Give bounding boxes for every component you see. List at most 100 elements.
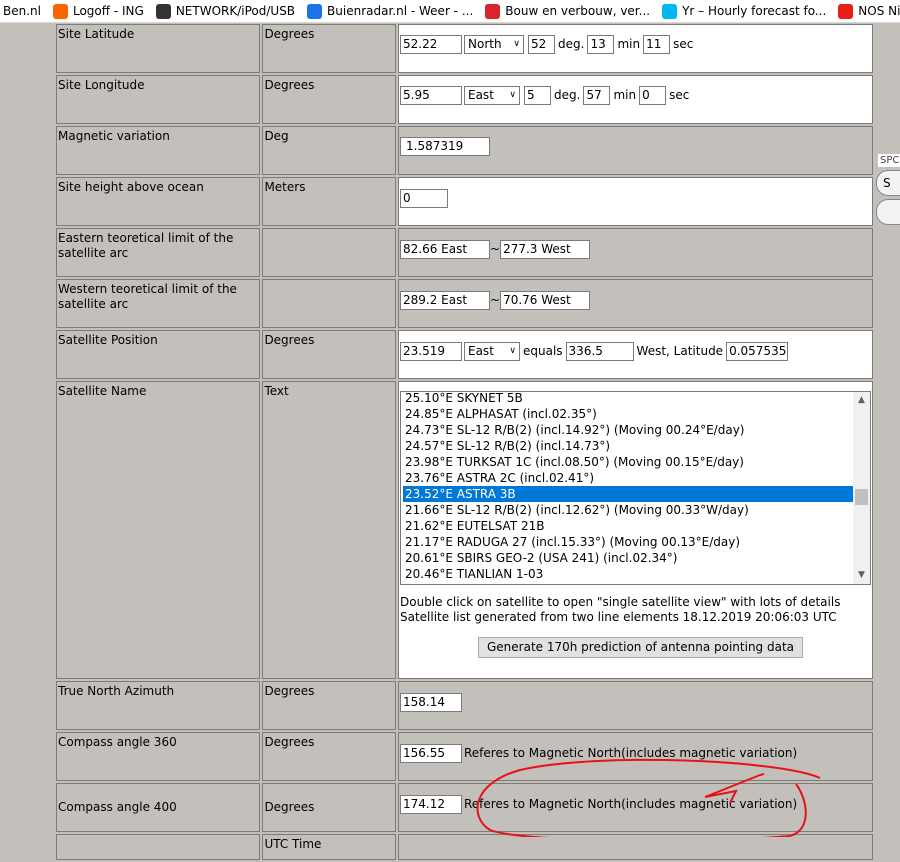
row-label: Satellite Position	[56, 330, 261, 379]
yr-icon	[662, 3, 678, 19]
magnetic-variation-input[interactable]: 1.587319	[400, 137, 490, 156]
equals-label: equals	[523, 344, 563, 358]
bookmark-item[interactable]: Yr – Hourly forecast fo...	[662, 3, 827, 19]
west-latitude-label: West, Latitude	[636, 344, 724, 358]
row-utc-time: UTC Time	[56, 834, 873, 860]
bookmark-item[interactable]: Logoff - ING	[52, 3, 144, 19]
row-site-height: Site height above ocean Meters 0	[56, 177, 873, 226]
row-unit: Text	[262, 381, 396, 679]
tilde-separator: ~	[490, 293, 501, 307]
eastern-limit-east-input[interactable]: 82.66 East	[400, 240, 490, 259]
scroll-thumb[interactable]	[855, 489, 868, 505]
compass-360-note: Referes to Magnetic North(includes magne…	[464, 746, 798, 760]
satellite-list-item[interactable]: 21.62°E EUTELSAT 21B	[403, 518, 855, 534]
min-label: min	[613, 88, 637, 102]
row-value: 82.66 East ~ 277.3 West	[398, 228, 873, 277]
western-limit-east-input[interactable]: 289.2 East	[400, 291, 490, 310]
row-magnetic-variation: Magnetic variation Deg 1.587319	[56, 126, 873, 175]
satellite-position-input[interactable]: 23.519	[400, 342, 462, 361]
select-value: East	[468, 88, 494, 102]
bookmark-item[interactable]: NOS Nieuws	[838, 3, 900, 19]
row-unit: Degrees	[262, 75, 396, 124]
latitude-input[interactable]: 52.22	[400, 35, 462, 54]
site-height-input[interactable]: 0	[400, 189, 448, 208]
row-label: Site Latitude	[56, 24, 261, 73]
select-value: North	[468, 37, 502, 51]
double-click-note: Double click on satellite to open "singl…	[400, 595, 841, 609]
latitude-min-input[interactable]: 13	[587, 35, 615, 54]
row-label: Satellite Name	[56, 381, 261, 679]
deg-label: deg.	[558, 37, 585, 51]
satellite-list-item[interactable]: 24.57°E SL-12 R/B(2) (incl.14.73°)	[403, 438, 855, 454]
bookmark-label: Yr – Hourly forecast fo...	[682, 4, 827, 18]
compass-400-input[interactable]: 174.12	[400, 795, 462, 814]
latitude-sec-input[interactable]: 11	[643, 35, 671, 54]
latitude-deg-input[interactable]: 52	[528, 35, 555, 54]
satellite-latitude-input[interactable]: 0.0575356	[726, 342, 789, 361]
tilde-separator: ~	[490, 242, 501, 256]
row-value: 174.12 Referes to Magnetic North(include…	[398, 783, 873, 832]
satellite-list-item[interactable]: 21.17°E RADUGA 27 (incl.15.33°) (Moving …	[403, 534, 855, 550]
buienradar-icon	[307, 3, 323, 19]
satellite-west-input[interactable]: 336.5	[565, 342, 634, 361]
compass-360-input[interactable]: 156.55	[400, 744, 462, 763]
bookmark-item[interactable]: NETWORK/iPod/USB	[155, 3, 296, 19]
row-label: Compass angle 400	[56, 783, 261, 832]
side-pill-button-2[interactable]	[876, 199, 900, 225]
satellite-list-item[interactable]: 20.46°E TIANLIAN 1-03	[403, 566, 855, 582]
min-label: min	[617, 37, 641, 51]
row-value: 25.10°E SKYNET 5B 24.85°E ALPHASAT (incl.…	[398, 381, 873, 679]
bookmark-label: Bouw en verbouw, ver...	[505, 4, 651, 18]
satellite-list-item[interactable]: 23.52°E ASTRA 3B	[403, 486, 855, 502]
eastern-limit-west-input[interactable]: 277.3 West	[500, 240, 591, 259]
bookmark-item[interactable]: Bouw en verbouw, ver...	[485, 3, 651, 19]
satellite-list-item[interactable]: 20.04°E ALPHASAT	[403, 582, 855, 584]
satellite-list-item[interactable]: 20.61°E SBIRS GEO-2 (USA 241) (incl.02.3…	[403, 550, 855, 566]
row-value: 158.14	[398, 681, 873, 730]
satellite-list-item[interactable]: 24.85°E ALPHASAT (incl.02.35°)	[403, 406, 855, 422]
nos-icon	[838, 3, 854, 19]
row-label: Eastern teoretical limit of the satellit…	[56, 228, 261, 277]
row-label	[56, 834, 261, 860]
longitude-deg-input[interactable]: 5	[524, 86, 551, 105]
satellite-list-item[interactable]: 25.10°E SKYNET 5B	[403, 392, 855, 406]
sec-label: sec	[673, 37, 694, 51]
longitude-min-input[interactable]: 57	[583, 86, 611, 105]
bookmark-item[interactable]: Buienradar.nl - Weer - ...	[307, 3, 473, 19]
satellite-list-item[interactable]: 23.98°E TURKSAT 1C (incl.08.50°) (Moving…	[403, 454, 855, 470]
longitude-sec-input[interactable]: 0	[639, 86, 667, 105]
azimuth-input[interactable]: 158.14	[400, 693, 462, 712]
satellite-list: 25.10°E SKYNET 5B 24.85°E ALPHASAT (incl.…	[403, 392, 855, 584]
bookmark-label: NETWORK/iPod/USB	[175, 4, 296, 18]
row-label: Compass angle 360	[56, 732, 261, 781]
row-site-longitude: Site Longitude Degrees 5.95 East ∨ 5 deg.…	[56, 75, 873, 124]
chevron-down-icon: ∨	[509, 90, 516, 100]
row-label: Western teoretical limit of the satellit…	[56, 279, 261, 328]
row-value: 23.519 East ∨ equals 336.5 West, Latitude…	[398, 330, 873, 379]
listbox-scrollbar[interactable]: ▲ ▼	[853, 392, 870, 584]
longitude-direction-select[interactable]: East ∨	[464, 86, 520, 105]
row-value: 0	[398, 177, 873, 226]
row-unit: Degrees	[262, 24, 396, 73]
generate-prediction-button[interactable]: Generate 170h prediction of antenna poin…	[478, 637, 804, 658]
satellite-list-item[interactable]: 21.66°E SL-12 R/B(2) (incl.12.62°) (Movi…	[403, 502, 855, 518]
side-pill-button[interactable]: S	[876, 170, 900, 196]
globe-icon	[155, 3, 171, 19]
satellite-direction-select[interactable]: East ∨	[464, 342, 520, 361]
satellite-listbox[interactable]: 25.10°E SKYNET 5B 24.85°E ALPHASAT (incl.…	[400, 391, 871, 585]
row-true-north-azimuth: True North Azimuth Degrees 158.14	[56, 681, 873, 730]
western-limit-west-input[interactable]: 70.76 West	[500, 291, 591, 310]
sec-label: sec	[669, 88, 690, 102]
latitude-direction-select[interactable]: North ∨	[464, 35, 524, 54]
row-western-limit: Western teoretical limit of the satellit…	[56, 279, 873, 328]
satellite-list-item[interactable]: 24.73°E SL-12 R/B(2) (incl.14.92°) (Movi…	[403, 422, 855, 438]
satellite-list-item[interactable]: 23.76°E ASTRA 2C (incl.02.41°)	[403, 470, 855, 486]
row-unit	[262, 279, 396, 328]
scroll-up-icon[interactable]: ▲	[853, 392, 870, 409]
scroll-down-icon[interactable]: ▼	[853, 567, 870, 584]
bookmark-item[interactable]: Ben.nl	[0, 4, 41, 19]
longitude-input[interactable]: 5.95	[400, 86, 462, 105]
row-satellite-name: Satellite Name Text 25.10°E SKYNET 5B 24.…	[56, 381, 873, 679]
row-unit	[262, 228, 396, 277]
row-unit: Degrees	[262, 732, 396, 781]
